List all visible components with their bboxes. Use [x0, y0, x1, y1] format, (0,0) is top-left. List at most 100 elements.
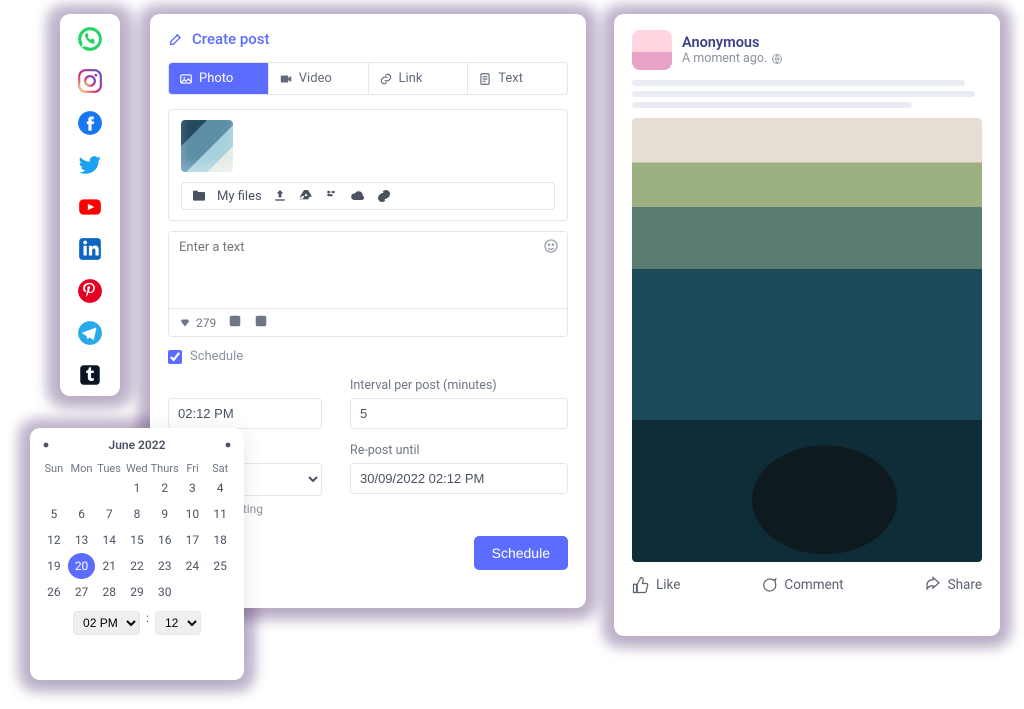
- media-area: My files: [168, 109, 568, 221]
- cal-day[interactable]: 5: [40, 501, 68, 527]
- repost-until-input[interactable]: [350, 463, 568, 494]
- interval-field: Interval per post (minutes): [350, 378, 568, 429]
- upload-icon[interactable]: [272, 188, 288, 204]
- cal-next[interactable]: [224, 438, 232, 452]
- cal-day[interactable]: 9: [151, 501, 179, 527]
- cal-hour-select[interactable]: 02 PM: [73, 611, 140, 635]
- cal-dow: Mon: [68, 462, 96, 475]
- cal-day[interactable]: 30: [151, 579, 179, 605]
- cal-day[interactable]: 8: [123, 501, 151, 527]
- post-textbox: 279: [168, 231, 568, 337]
- cal-day[interactable]: 17: [179, 527, 207, 553]
- cal-day[interactable]: 4: [206, 475, 234, 501]
- tab-video[interactable]: Video: [269, 63, 369, 94]
- cal-day[interactable]: 18: [206, 527, 234, 553]
- cal-day[interactable]: 16: [151, 527, 179, 553]
- time-to-post-input[interactable]: [168, 398, 322, 429]
- link-icon[interactable]: [376, 188, 392, 204]
- preview-image: [632, 118, 982, 562]
- repost-until-field: Re-post until: [350, 443, 568, 516]
- cal-day[interactable]: 11: [206, 501, 234, 527]
- cal-prev[interactable]: [42, 438, 50, 452]
- preview-author: Anonymous: [682, 34, 783, 51]
- emoji-icon[interactable]: [543, 238, 559, 258]
- cal-day: [95, 475, 123, 501]
- skeleton-line: [632, 80, 965, 86]
- layout-icon[interactable]: [228, 314, 242, 331]
- twitter-icon[interactable]: [77, 152, 103, 178]
- cal-day: [179, 579, 207, 605]
- cal-dow: Sun: [40, 462, 68, 475]
- cal-day[interactable]: 12: [40, 527, 68, 553]
- cal-day: [40, 475, 68, 501]
- cal-day[interactable]: 23: [151, 553, 179, 579]
- cal-day[interactable]: 14: [95, 527, 123, 553]
- cal-day[interactable]: 24: [179, 553, 207, 579]
- cal-day[interactable]: 21: [95, 553, 123, 579]
- googledrive-icon[interactable]: [298, 188, 314, 204]
- preview-subtitle: A moment ago.: [682, 51, 783, 66]
- cal-day[interactable]: 6: [68, 501, 96, 527]
- schedule-checkbox[interactable]: [168, 350, 182, 364]
- cal-day: [206, 579, 234, 605]
- cal-dow: Fri: [179, 462, 207, 475]
- file-source-bar: My files: [181, 182, 555, 210]
- like-button[interactable]: Like: [632, 576, 680, 594]
- cal-min-select[interactable]: 12: [155, 611, 201, 635]
- dropbox-icon[interactable]: [324, 188, 340, 204]
- save-icon[interactable]: [254, 314, 268, 331]
- tab-text[interactable]: Text: [468, 63, 567, 94]
- cal-day[interactable]: 27: [68, 579, 96, 605]
- tab-photo[interactable]: Photo: [169, 63, 269, 94]
- social-sidebar: [60, 14, 120, 396]
- cal-day[interactable]: 28: [95, 579, 123, 605]
- cal-dow: Thurs: [151, 462, 179, 475]
- compose-title: Create post: [168, 30, 568, 48]
- skeleton-line: [632, 102, 912, 108]
- cal-day[interactable]: 19: [40, 553, 68, 579]
- pinterest-icon[interactable]: [77, 278, 103, 304]
- media-thumbnail[interactable]: [181, 120, 233, 172]
- globe-icon: [771, 53, 783, 65]
- cal-day[interactable]: 7: [95, 501, 123, 527]
- youtube-icon[interactable]: [77, 194, 103, 220]
- folder-icon: [191, 188, 207, 204]
- cloud-icon[interactable]: [350, 188, 366, 204]
- myfiles-label[interactable]: My files: [217, 189, 262, 204]
- tumblr-icon[interactable]: [77, 362, 103, 388]
- interval-input[interactable]: [350, 398, 568, 429]
- cal-day[interactable]: 20: [68, 553, 96, 579]
- whatsapp-icon[interactable]: [77, 26, 103, 52]
- cal-day[interactable]: 10: [179, 501, 207, 527]
- post-textarea[interactable]: [169, 232, 567, 304]
- time-to-post-field: [168, 378, 322, 429]
- share-button[interactable]: Share: [924, 576, 982, 594]
- calendar: June 2022 SunMonTuesWedThursFriSat 12345…: [30, 428, 244, 680]
- cal-dow: Sat: [206, 462, 234, 475]
- tab-link[interactable]: Link: [369, 63, 469, 94]
- cal-day[interactable]: 25: [206, 553, 234, 579]
- avatar: [632, 30, 672, 70]
- compose-tabbar: Photo Video Link Text: [168, 62, 568, 95]
- preview-panel: Anonymous A moment ago. Like Comment Sha…: [614, 14, 1000, 636]
- comment-button[interactable]: Comment: [760, 576, 843, 594]
- schedule-toggle[interactable]: Schedule: [168, 349, 568, 364]
- cal-day[interactable]: 2: [151, 475, 179, 501]
- telegram-icon[interactable]: [77, 320, 103, 346]
- textbox-footer: 279: [169, 308, 567, 336]
- skeleton-line: [632, 91, 975, 97]
- facebook-icon[interactable]: [77, 110, 103, 136]
- cal-dow: Wed: [123, 462, 151, 475]
- cal-day[interactable]: 3: [179, 475, 207, 501]
- cal-dow: Tues: [95, 462, 123, 475]
- cal-day[interactable]: 13: [68, 527, 96, 553]
- schedule-button[interactable]: Schedule: [474, 536, 568, 570]
- cal-day[interactable]: 22: [123, 553, 151, 579]
- cal-day[interactable]: 1: [123, 475, 151, 501]
- cal-day: [68, 475, 96, 501]
- cal-day[interactable]: 15: [123, 527, 151, 553]
- cal-day[interactable]: 26: [40, 579, 68, 605]
- linkedin-icon[interactable]: [77, 236, 103, 262]
- instagram-icon[interactable]: [77, 68, 103, 94]
- cal-day[interactable]: 29: [123, 579, 151, 605]
